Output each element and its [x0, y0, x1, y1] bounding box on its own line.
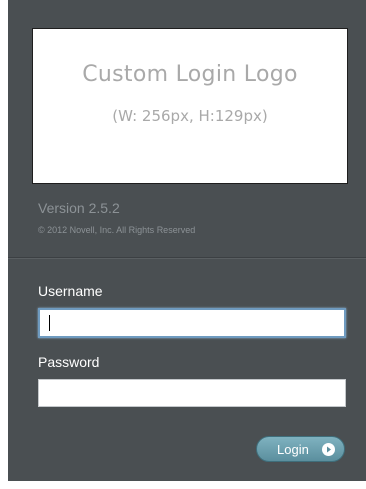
username-label: Username	[38, 283, 103, 299]
divider	[8, 257, 366, 259]
logo-dimensions: (W: 256px, H:129px)	[112, 107, 268, 125]
login-button[interactable]: Login	[256, 436, 345, 462]
login-button-label: Login	[277, 442, 309, 457]
logo-title: Custom Login Logo	[82, 62, 298, 87]
password-input[interactable]	[38, 379, 346, 407]
version-text: Version 2.5.2	[38, 200, 120, 216]
password-label: Password	[38, 354, 100, 370]
arrow-right-circle-icon	[322, 443, 335, 456]
login-panel: Custom Login Logo (W: 256px, H:129px) Ve…	[8, 0, 366, 481]
logo-placeholder: Custom Login Logo (W: 256px, H:129px)	[32, 28, 348, 184]
copyright-text: © 2012 Novell, Inc. All Rights Reserved	[38, 225, 196, 235]
text-cursor	[49, 315, 50, 331]
username-input[interactable]	[38, 308, 346, 338]
